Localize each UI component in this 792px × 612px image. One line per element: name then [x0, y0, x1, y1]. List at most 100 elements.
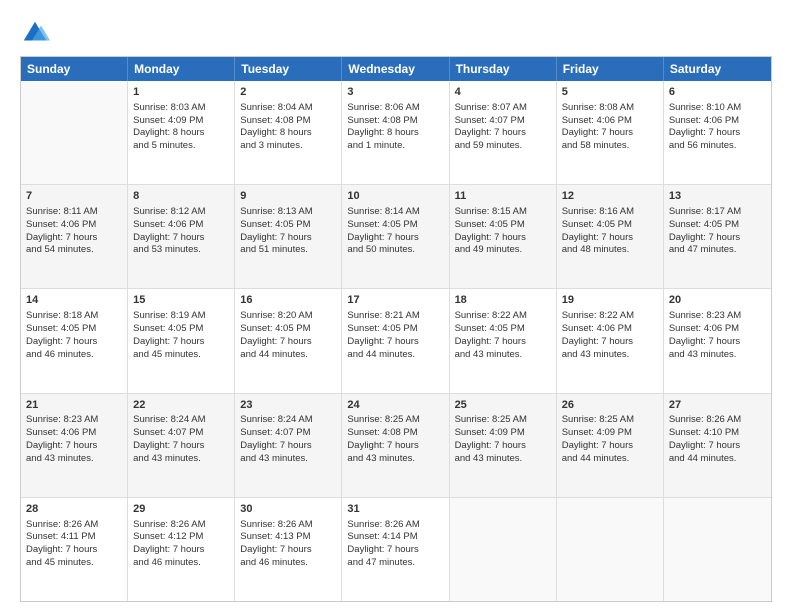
day-info: Sunrise: 8:18 AM Sunset: 4:05 PM Dayligh… — [26, 310, 122, 361]
day-cell-9: 9 Sunrise: 8:13 AM Sunset: 4:05 PM Daylig… — [235, 185, 342, 288]
day-info: Sunrise: 8:25 AM Sunset: 4:09 PM Dayligh… — [562, 414, 658, 465]
day-info: Sunrise: 8:11 AM Sunset: 4:06 PM Dayligh… — [26, 206, 122, 257]
day-cell-2: 2 Sunrise: 8:04 AM Sunset: 4:08 PM Daylig… — [235, 81, 342, 184]
header-day-monday: Monday — [128, 57, 235, 81]
day-number: 5 — [562, 85, 658, 100]
day-cell-27: 27Sunrise: 8:26 AM Sunset: 4:10 PM Dayli… — [664, 394, 771, 497]
day-cell-13: 13 Sunrise: 8:17 AM Sunset: 4:05 PM Dayli… — [664, 185, 771, 288]
day-number: 15 — [133, 293, 229, 308]
day-number: 25 — [455, 398, 551, 413]
day-number: 12 — [562, 189, 658, 204]
day-number: 18 — [455, 293, 551, 308]
day-cell-4: 4 Sunrise: 8:07 AM Sunset: 4:07 PM Daylig… — [450, 81, 557, 184]
day-number: 31 — [347, 502, 443, 517]
day-cell-6: 6 Sunrise: 8:10 AM Sunset: 4:06 PM Daylig… — [664, 81, 771, 184]
calendar-header: SundayMondayTuesdayWednesdayThursdayFrid… — [21, 57, 771, 81]
day-number: 23 — [240, 398, 336, 413]
calendar-row-0: 1 Sunrise: 8:03 AM Sunset: 4:09 PM Daylig… — [21, 81, 771, 184]
day-number: 17 — [347, 293, 443, 308]
day-cell-8: 8 Sunrise: 8:12 AM Sunset: 4:06 PM Daylig… — [128, 185, 235, 288]
day-number: 22 — [133, 398, 229, 413]
calendar-body: 1 Sunrise: 8:03 AM Sunset: 4:09 PM Daylig… — [21, 81, 771, 601]
day-info: Sunrise: 8:19 AM Sunset: 4:05 PM Dayligh… — [133, 310, 229, 361]
day-number: 26 — [562, 398, 658, 413]
day-cell-30: 30 Sunrise: 8:26 AM Sunset: 4:13 PM Dayli… — [235, 498, 342, 601]
day-number: 7 — [26, 189, 122, 204]
day-number: 19 — [562, 293, 658, 308]
day-info: Sunrise: 8:08 AM Sunset: 4:06 PM Dayligh… — [562, 102, 658, 153]
day-cell-25: 25Sunrise: 8:25 AM Sunset: 4:09 PM Dayli… — [450, 394, 557, 497]
day-info: Sunrise: 8:15 AM Sunset: 4:05 PM Dayligh… — [455, 206, 551, 257]
day-cell-3: 3 Sunrise: 8:06 AM Sunset: 4:08 PM Daylig… — [342, 81, 449, 184]
calendar-row-4: 28 Sunrise: 8:26 AM Sunset: 4:11 PM Dayli… — [21, 497, 771, 601]
calendar-row-1: 7 Sunrise: 8:11 AM Sunset: 4:06 PM Daylig… — [21, 184, 771, 288]
day-info: Sunrise: 8:24 AM Sunset: 4:07 PM Dayligh… — [240, 414, 336, 465]
day-cell-10: 10Sunrise: 8:14 AM Sunset: 4:05 PM Dayli… — [342, 185, 449, 288]
day-number: 16 — [240, 293, 336, 308]
day-number: 20 — [669, 293, 766, 308]
day-info: Sunrise: 8:04 AM Sunset: 4:08 PM Dayligh… — [240, 102, 336, 153]
day-info: Sunrise: 8:10 AM Sunset: 4:06 PM Dayligh… — [669, 102, 766, 153]
day-info: Sunrise: 8:25 AM Sunset: 4:08 PM Dayligh… — [347, 414, 443, 465]
day-cell-20: 20 Sunrise: 8:23 AM Sunset: 4:06 PM Dayli… — [664, 289, 771, 392]
day-number: 9 — [240, 189, 336, 204]
day-info: Sunrise: 8:14 AM Sunset: 4:05 PM Dayligh… — [347, 206, 443, 257]
day-cell-14: 14 Sunrise: 8:18 AM Sunset: 4:05 PM Dayli… — [21, 289, 128, 392]
calendar-row-2: 14 Sunrise: 8:18 AM Sunset: 4:05 PM Dayli… — [21, 288, 771, 392]
day-cell-31: 31 Sunrise: 8:26 AM Sunset: 4:14 PM Dayli… — [342, 498, 449, 601]
header-day-wednesday: Wednesday — [342, 57, 449, 81]
day-cell-24: 24Sunrise: 8:25 AM Sunset: 4:08 PM Dayli… — [342, 394, 449, 497]
day-info: Sunrise: 8:06 AM Sunset: 4:08 PM Dayligh… — [347, 102, 443, 153]
day-info: Sunrise: 8:20 AM Sunset: 4:05 PM Dayligh… — [240, 310, 336, 361]
day-info: Sunrise: 8:26 AM Sunset: 4:13 PM Dayligh… — [240, 519, 336, 570]
day-number: 3 — [347, 85, 443, 100]
day-number: 6 — [669, 85, 766, 100]
day-number: 1 — [133, 85, 229, 100]
empty-cell-4-5 — [557, 498, 664, 601]
day-info: Sunrise: 8:13 AM Sunset: 4:05 PM Dayligh… — [240, 206, 336, 257]
empty-cell-4-6 — [664, 498, 771, 601]
day-info: Sunrise: 8:17 AM Sunset: 4:05 PM Dayligh… — [669, 206, 766, 257]
day-cell-28: 28 Sunrise: 8:26 AM Sunset: 4:11 PM Dayli… — [21, 498, 128, 601]
calendar-row-3: 21Sunrise: 8:23 AM Sunset: 4:06 PM Dayli… — [21, 393, 771, 497]
day-info: Sunrise: 8:21 AM Sunset: 4:05 PM Dayligh… — [347, 310, 443, 361]
header-day-thursday: Thursday — [450, 57, 557, 81]
logo-icon — [20, 18, 50, 48]
empty-cell-0-0 — [21, 81, 128, 184]
day-info: Sunrise: 8:26 AM Sunset: 4:10 PM Dayligh… — [669, 414, 766, 465]
day-number: 14 — [26, 293, 122, 308]
day-cell-26: 26Sunrise: 8:25 AM Sunset: 4:09 PM Dayli… — [557, 394, 664, 497]
header-day-saturday: Saturday — [664, 57, 771, 81]
day-info: Sunrise: 8:22 AM Sunset: 4:06 PM Dayligh… — [562, 310, 658, 361]
header-day-tuesday: Tuesday — [235, 57, 342, 81]
day-number: 28 — [26, 502, 122, 517]
day-cell-12: 12 Sunrise: 8:16 AM Sunset: 4:05 PM Dayli… — [557, 185, 664, 288]
day-info: Sunrise: 8:26 AM Sunset: 4:14 PM Dayligh… — [347, 519, 443, 570]
day-number: 24 — [347, 398, 443, 413]
day-number: 30 — [240, 502, 336, 517]
day-info: Sunrise: 8:23 AM Sunset: 4:06 PM Dayligh… — [26, 414, 122, 465]
day-number: 13 — [669, 189, 766, 204]
day-info: Sunrise: 8:26 AM Sunset: 4:11 PM Dayligh… — [26, 519, 122, 570]
header-day-sunday: Sunday — [21, 57, 128, 81]
day-info: Sunrise: 8:23 AM Sunset: 4:06 PM Dayligh… — [669, 310, 766, 361]
day-info: Sunrise: 8:07 AM Sunset: 4:07 PM Dayligh… — [455, 102, 551, 153]
header-day-friday: Friday — [557, 57, 664, 81]
day-info: Sunrise: 8:24 AM Sunset: 4:07 PM Dayligh… — [133, 414, 229, 465]
page: SundayMondayTuesdayWednesdayThursdayFrid… — [0, 0, 792, 612]
day-cell-17: 17 Sunrise: 8:21 AM Sunset: 4:05 PM Dayli… — [342, 289, 449, 392]
day-number: 2 — [240, 85, 336, 100]
empty-cell-4-4 — [450, 498, 557, 601]
day-info: Sunrise: 8:03 AM Sunset: 4:09 PM Dayligh… — [133, 102, 229, 153]
day-number: 29 — [133, 502, 229, 517]
day-info: Sunrise: 8:12 AM Sunset: 4:06 PM Dayligh… — [133, 206, 229, 257]
day-info: Sunrise: 8:22 AM Sunset: 4:05 PM Dayligh… — [455, 310, 551, 361]
day-number: 8 — [133, 189, 229, 204]
day-number: 4 — [455, 85, 551, 100]
day-cell-7: 7 Sunrise: 8:11 AM Sunset: 4:06 PM Daylig… — [21, 185, 128, 288]
day-cell-1: 1 Sunrise: 8:03 AM Sunset: 4:09 PM Daylig… — [128, 81, 235, 184]
day-cell-15: 15 Sunrise: 8:19 AM Sunset: 4:05 PM Dayli… — [128, 289, 235, 392]
day-cell-19: 19 Sunrise: 8:22 AM Sunset: 4:06 PM Dayli… — [557, 289, 664, 392]
day-info: Sunrise: 8:16 AM Sunset: 4:05 PM Dayligh… — [562, 206, 658, 257]
logo — [20, 18, 54, 48]
